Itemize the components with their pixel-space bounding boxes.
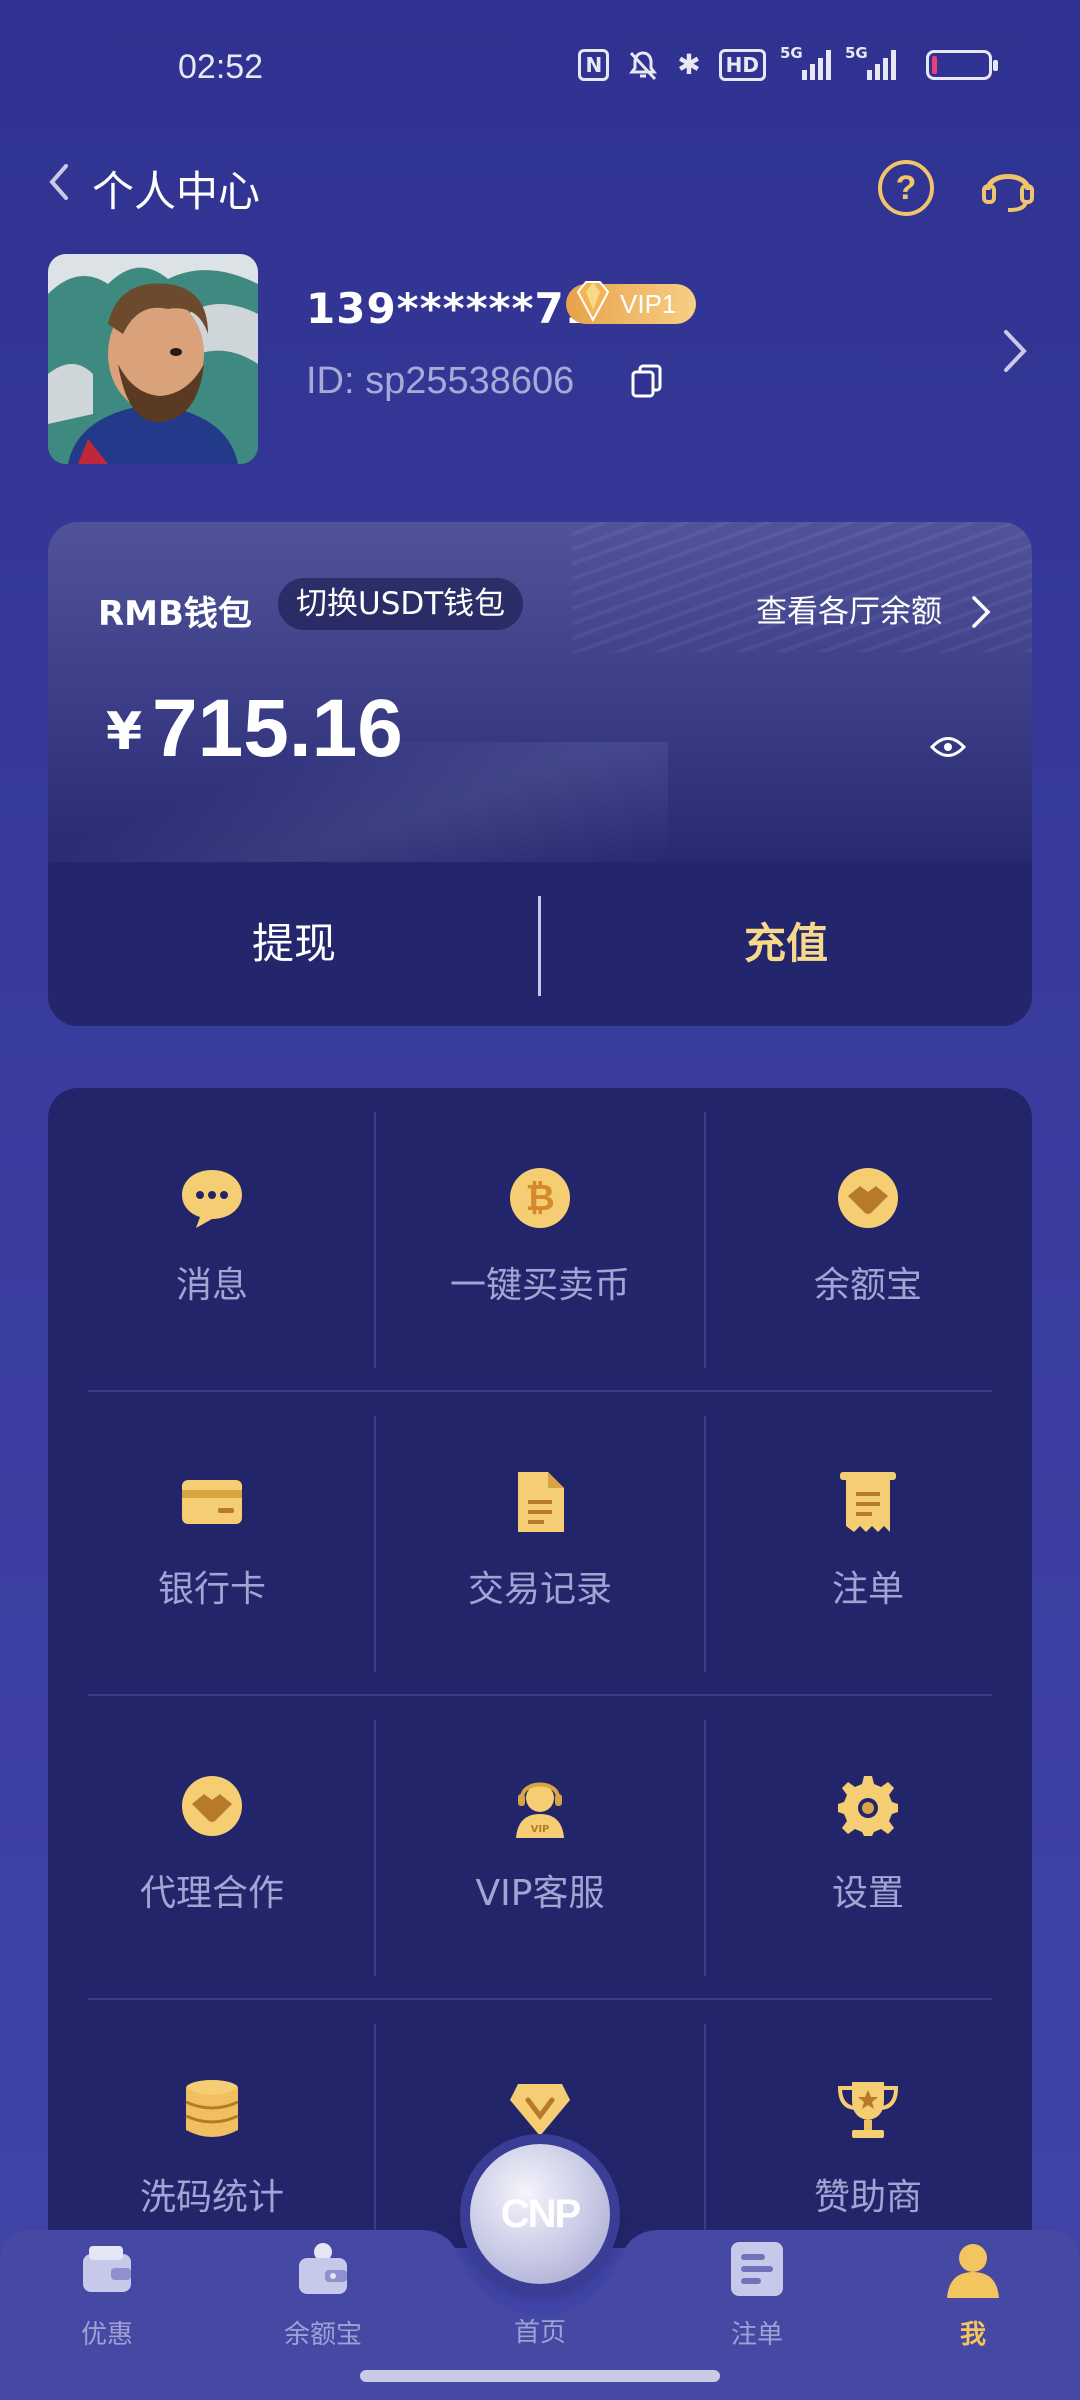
menu-item-label: 一键买卖币 (449, 1265, 630, 1306)
copy-icon[interactable] (630, 362, 664, 400)
menu-item-label: 注单 (831, 1569, 904, 1610)
status-icons: N ✱ HD 5G 5G (578, 44, 998, 81)
menu-item-rebate-stats[interactable]: 洗码统计 (48, 2000, 376, 2248)
vip-agent-icon: VIP (516, 1782, 564, 1838)
bottom-nav: 优惠 余额宝 CNP 首页 注单 我 (0, 2144, 1080, 2400)
profile-card[interactable]: 139******71 VIP1 ID: sp25538606 (48, 254, 1048, 466)
menu-item-bets[interactable]: 注单 (704, 1392, 1032, 1696)
switch-wallet-button[interactable]: 切换USDT钱包 (278, 578, 524, 630)
chevron-right-icon[interactable] (1000, 326, 1030, 376)
home-logo: CNP (500, 2192, 581, 2236)
wallet-gift-icon (83, 2246, 131, 2292)
menu-grid: 消息 ₿ 一键买卖币 余额宝 银行卡 交易记录 注单 代理合作 VIP VIP客… (48, 1088, 1032, 2248)
menu-item-buy-sell-coin[interactable]: ₿ 一键买卖币 (376, 1088, 704, 1392)
nav-label-home[interactable]: 首页 (465, 2312, 615, 2349)
user-icon (947, 2244, 999, 2298)
message-icon (182, 1170, 242, 1228)
nav-label: 注单 (730, 2320, 783, 2350)
wallet-card: RMB钱包 切换USDT钱包 查看各厅余额 ¥ 715.16 提现 充值 (48, 522, 1032, 1026)
withdraw-button[interactable]: 提现 (48, 862, 540, 1026)
menu-item-label: 设置 (831, 1873, 904, 1914)
nav-me[interactable]: 我 (898, 2240, 1048, 2360)
menu-item-label: 银行卡 (157, 1569, 266, 1610)
wallet-actions: 提现 充值 (48, 862, 1032, 1026)
wallet-label: RMB钱包 (98, 594, 252, 634)
menu-item-label: 代理合作 (139, 1873, 284, 1914)
username: 139******71 (306, 284, 595, 333)
menu-item-vip-service[interactable]: VIP VIP客服 (376, 1696, 704, 2000)
header: 个人中心 ? (0, 140, 1080, 240)
nav-label: 余额宝 (283, 2320, 362, 2350)
balance-amount: 715.16 (152, 683, 403, 774)
page-title: 个人中心 (92, 167, 261, 216)
receipt-icon (840, 1472, 896, 1532)
menu-item-sponsor[interactable]: 赞助商 (704, 2000, 1032, 2248)
avatar[interactable] (48, 254, 258, 464)
menu-item-label: 消息 (175, 1265, 248, 1306)
back-arrow-icon[interactable] (44, 162, 74, 202)
medal-icon (510, 2084, 570, 2136)
document-icon (518, 1472, 564, 1532)
menu-item-label: 余额宝 (813, 1265, 922, 1306)
nfc-icon: N (578, 48, 610, 81)
hd-icon: HD (718, 48, 766, 81)
chevron-right-icon[interactable] (970, 594, 992, 630)
handshake-icon (838, 1168, 898, 1228)
list-icon (731, 2242, 783, 2296)
coin-stack-icon (185, 2080, 239, 2137)
nav-promo[interactable]: 优惠 (32, 2240, 182, 2360)
deposit-button[interactable]: 充值 (540, 862, 1032, 1026)
customer-service-icon[interactable] (978, 158, 1038, 218)
help-icon[interactable]: ? (878, 160, 934, 216)
menu-item-label: 洗码统计 (139, 2177, 284, 2218)
menu-item-settings[interactable]: 设置 (704, 1696, 1032, 2000)
wallet-balance-area: RMB钱包 切换USDT钱包 查看各厅余额 ¥ 715.16 (48, 522, 1032, 862)
eye-icon[interactable] (930, 734, 966, 760)
svg-text:₿: ₿ (525, 1178, 554, 1219)
handshake-icon (182, 1776, 242, 1836)
menu-item-bank-card[interactable]: 银行卡 (48, 1392, 376, 1696)
bank-card-icon (182, 1480, 242, 1524)
bitcoin-icon: ₿ (510, 1168, 570, 1228)
menu-item-label: VIP客服 (475, 1873, 605, 1914)
nav-bets[interactable]: 注单 (682, 2240, 832, 2360)
bluetooth-icon: ✱ (677, 48, 701, 81)
mute-icon (629, 50, 658, 80)
menu-item-agent[interactable]: 代理合作 (48, 1696, 376, 2000)
signal-icon-2: 5G (845, 44, 896, 80)
status-bar: 02:52 N ✱ HD 5G 5G (0, 0, 1080, 140)
menu-item-messages[interactable]: 消息 (48, 1088, 376, 1392)
menu-item-balance-treasure[interactable]: 余额宝 (704, 1088, 1032, 1392)
battery-icon (926, 49, 998, 80)
nav-balance-treasure[interactable]: 余额宝 (248, 2240, 398, 2360)
nav-label: 优惠 (80, 2320, 133, 2350)
vip-badge: VIP1 (566, 281, 697, 324)
menu-item-label: 赞助商 (813, 2177, 922, 2218)
user-id: ID: sp25538606 (306, 360, 575, 402)
signal-icon-1: 5G (780, 44, 831, 80)
svg-text:VIP: VIP (531, 1824, 550, 1835)
gear-icon (838, 1776, 898, 1836)
currency-symbol: ¥ (106, 702, 143, 762)
status-time: 02:52 (178, 48, 264, 86)
nav-label: 我 (959, 2320, 986, 2350)
home-button[interactable]: CNP (470, 2144, 610, 2284)
view-balances-link[interactable]: 查看各厅余额 (756, 586, 942, 631)
menu-item-label: 交易记录 (467, 1569, 612, 1610)
menu-item-transactions[interactable]: 交易记录 (376, 1392, 704, 1696)
wallet-icon (299, 2243, 347, 2294)
trophy-icon (837, 2082, 899, 2138)
home-indicator (360, 2370, 720, 2382)
vip-gem-icon (576, 281, 610, 323)
